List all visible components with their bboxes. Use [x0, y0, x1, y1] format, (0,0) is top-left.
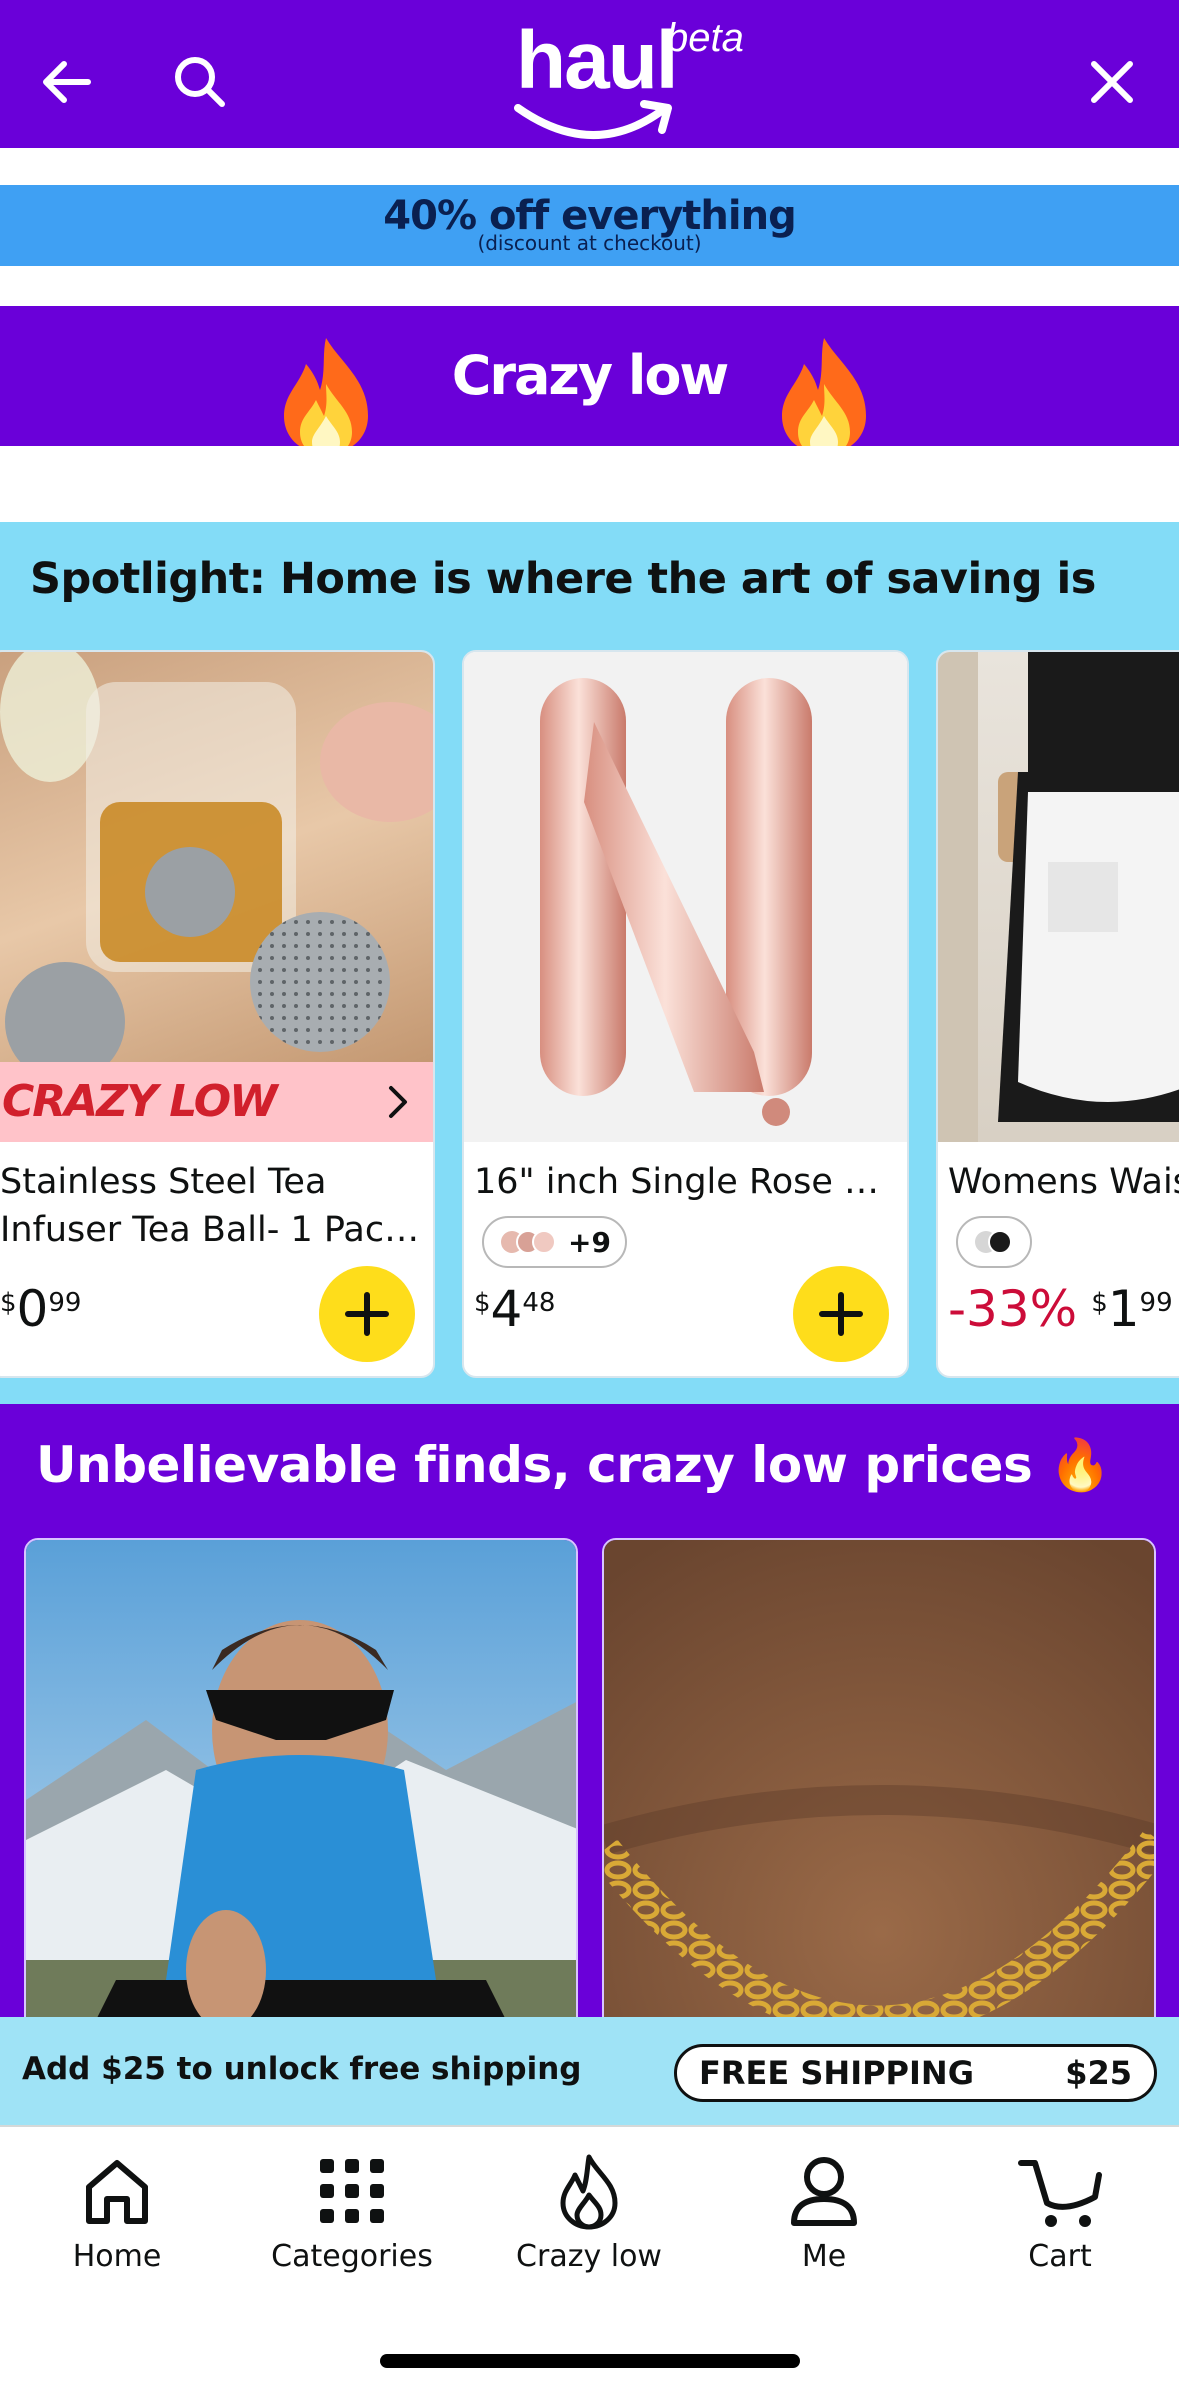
product-image-waist-apron[interactable] — [938, 652, 1179, 1142]
apron-illustration — [938, 652, 1179, 1142]
free-shipping-message: Add $25 to unlock free shipping — [22, 2051, 582, 2087]
tab-home[interactable]: Home — [17, 2149, 217, 2279]
add-to-cart-button[interactable] — [793, 1266, 889, 1362]
tab-cart-label: Cart — [1028, 2239, 1092, 2274]
tab-categories-label: Categories — [271, 2239, 433, 2274]
free-shipping-label: FREE SHIPPING — [699, 2054, 974, 2092]
add-to-cart-button[interactable] — [319, 1266, 415, 1362]
tab-crazy-low[interactable]: Crazy low — [489, 2149, 689, 2279]
cart-icon — [1018, 2160, 1102, 2227]
letter-n-balloon-illustration — [540, 678, 812, 1126]
chevron-right-icon — [389, 1086, 407, 1118]
tab-crazy-low-label: Crazy low — [516, 2239, 662, 2274]
search-button[interactable] — [162, 44, 238, 120]
product-card[interactable]: 16" inch Single Rose G… +9 $ 4 48 — [462, 650, 909, 1378]
crazy-low-banner[interactable]: Crazy low — [0, 306, 1179, 446]
flame-outline-icon — [560, 2154, 618, 2230]
price-cents: 99 — [48, 1288, 82, 1318]
free-shipping-amount: $25 — [1065, 2054, 1132, 2092]
tab-me[interactable]: Me — [724, 2149, 924, 2279]
product-card[interactable] — [24, 1538, 578, 2018]
product-name[interactable]: Womens Wais — [948, 1158, 1179, 1206]
plus-icon — [345, 1292, 389, 1336]
search-icon — [175, 57, 225, 107]
product-price: $ 0 99 — [0, 1280, 81, 1338]
tab-cart[interactable]: Cart — [960, 2149, 1160, 2279]
neck-gaiter-product-image — [26, 1540, 576, 2018]
product-card[interactable] — [602, 1538, 1156, 2018]
close-button[interactable] — [1074, 44, 1150, 120]
crazy-low-badge[interactable]: CRAZY LOW — [0, 1062, 433, 1142]
free-shipping-progress-pill[interactable]: FREE SHIPPING $25 — [674, 2044, 1157, 2102]
tab-me-label: Me — [801, 2239, 847, 2274]
product-price: -33% $ 1 99 — [948, 1280, 1173, 1338]
back-button[interactable] — [28, 44, 104, 120]
home-indicator[interactable] — [380, 2354, 800, 2368]
logo-word: haul — [516, 15, 679, 106]
logo-beta-badge: beta — [666, 16, 744, 60]
color-swatches[interactable] — [956, 1216, 1032, 1268]
discount-banner[interactable]: 40% off everything (discount at checkout… — [0, 185, 1179, 266]
tab-categories[interactable]: Categories — [252, 2149, 452, 2279]
grid-icon — [320, 2159, 384, 2223]
crazy-low-badge-label: CRAZY LOW — [2, 1076, 278, 1127]
product-card[interactable]: CRAZY LOW Stainless Steel Tea Infuser Te… — [0, 650, 435, 1378]
free-shipping-bar[interactable]: Add $25 to unlock free shipping FREE SHI… — [0, 2017, 1179, 2125]
swatch-more-count: +9 — [568, 1225, 611, 1259]
swatch-dots-icon — [975, 1230, 1012, 1254]
haul-logo[interactable]: haul beta — [500, 14, 760, 144]
price-currency: $ — [1091, 1288, 1108, 1318]
spotlight-heading: Spotlight: Home is where the art of savi… — [30, 554, 1096, 604]
gold-chain-necklace-product-image — [604, 1540, 1154, 2018]
close-icon — [1091, 61, 1133, 103]
finds-heading: Unbelievable finds, crazy low prices 🔥 — [36, 1436, 1111, 1494]
price-whole: 1 — [1107, 1280, 1140, 1338]
product-name[interactable]: 16" inch Single Rose G… — [474, 1158, 897, 1206]
tea-infuser-illustration — [0, 652, 433, 1082]
smile-arrow-icon — [514, 100, 672, 140]
price-whole: 4 — [490, 1280, 523, 1338]
product-card[interactable]: Womens Wais -33% $ 1 99 — [936, 650, 1179, 1378]
price-currency: $ — [474, 1288, 491, 1318]
crazy-low-title: Crazy low — [451, 344, 730, 407]
unbelievable-finds-section: Unbelievable finds, crazy low prices 🔥 — [0, 1404, 1179, 2018]
color-swatches[interactable]: +9 — [482, 1216, 627, 1268]
flame-icon — [782, 338, 866, 446]
product-image-rose-gold-balloon[interactable] — [464, 652, 907, 1142]
spotlight-section: Spotlight: Home is where the art of savi… — [0, 522, 1179, 1404]
swatch-dots-icon — [501, 1230, 556, 1254]
plus-icon — [819, 1292, 863, 1336]
discount-banner-subtitle: (discount at checkout) — [477, 231, 702, 255]
price-currency: $ — [0, 1288, 17, 1318]
person-icon — [791, 2157, 857, 2226]
app-header: haul beta — [0, 0, 1179, 148]
price-whole: 0 — [16, 1280, 49, 1338]
home-icon — [86, 2160, 148, 2224]
product-price: $ 4 48 — [474, 1280, 555, 1338]
arrow-left-icon — [43, 61, 91, 103]
price-cents: 99 — [1139, 1288, 1173, 1318]
discount-percent: -33% — [948, 1280, 1078, 1338]
product-name[interactable]: Stainless Steel Tea Infuser Tea Ball- 1 … — [0, 1158, 423, 1254]
tab-home-label: Home — [72, 2239, 162, 2274]
price-cents: 48 — [522, 1288, 556, 1318]
